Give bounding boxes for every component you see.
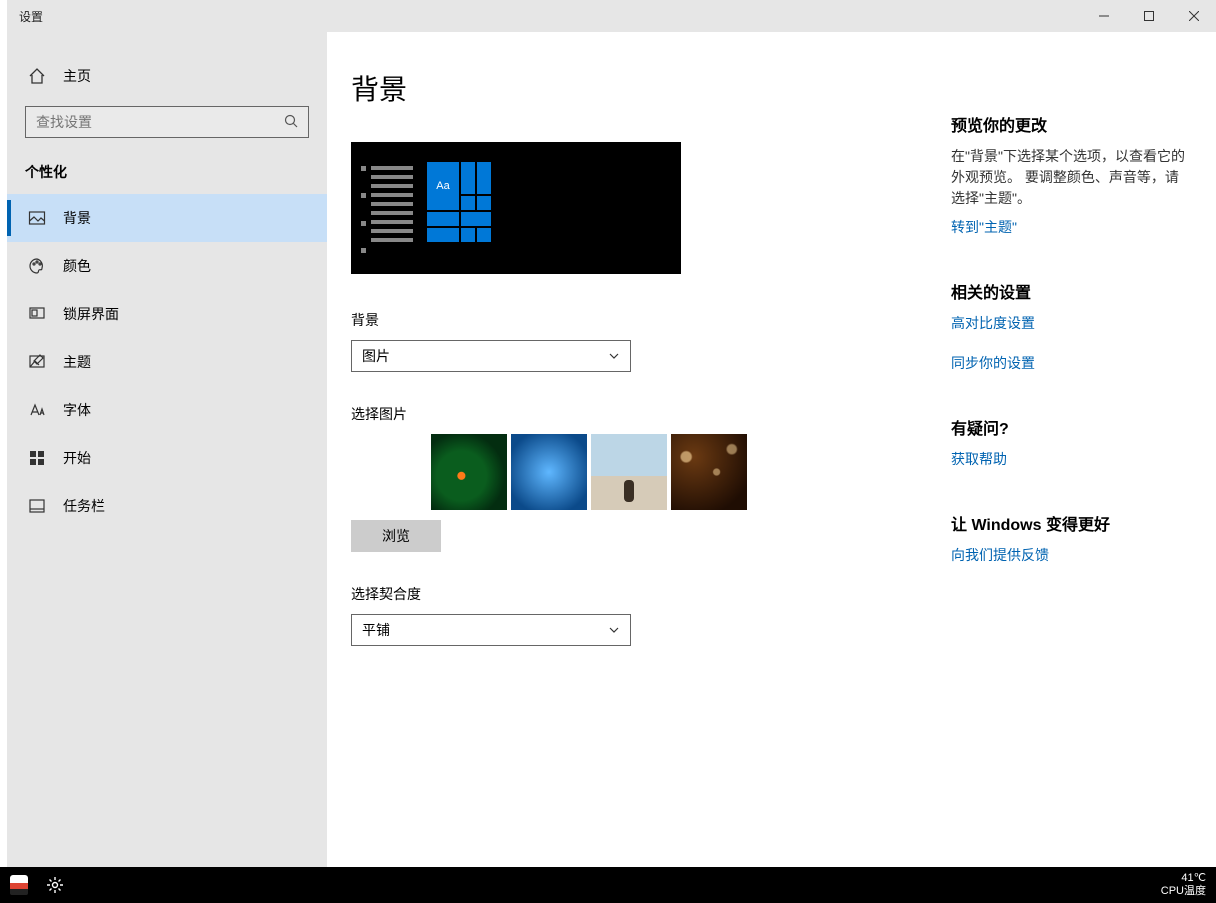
sidebar-item-themes[interactable]: 主题 (7, 338, 327, 386)
start-icon (27, 448, 47, 468)
chevron-down-icon (608, 350, 620, 362)
thumbnail-current[interactable] (351, 434, 427, 510)
taskbar-temperature-widget[interactable]: 41℃ CPU温度 (1161, 872, 1206, 898)
titlebar: 设置 (7, 0, 1216, 32)
search-input[interactable] (36, 114, 284, 130)
high-contrast-link[interactable]: 高对比度设置 (951, 313, 1192, 333)
preview-heading: 预览你的更改 (951, 112, 1192, 136)
choose-image-label: 选择图片 (351, 404, 911, 424)
image-thumbnails (351, 434, 911, 510)
minimize-button[interactable] (1081, 0, 1126, 32)
fit-label: 选择契合度 (351, 584, 911, 604)
sidebar-item-colors[interactable]: 颜色 (7, 242, 327, 290)
fit-dropdown-value: 平铺 (362, 620, 390, 640)
taskbar-app-icon[interactable] (4, 870, 34, 900)
palette-icon (27, 256, 47, 276)
theme-link[interactable]: 转到"主题" (951, 217, 1192, 237)
sidebar-item-lockscreen[interactable]: 锁屏界面 (7, 290, 327, 338)
sidebar-item-label: 背景 (63, 208, 91, 228)
sidebar-item-label: 字体 (63, 400, 91, 420)
home-link[interactable]: 主页 (7, 56, 327, 96)
sidebar-item-label: 主题 (63, 352, 91, 372)
theme-icon (27, 352, 47, 372)
sidebar-item-taskbar[interactable]: 任务栏 (7, 482, 327, 530)
thumbnail-2[interactable] (511, 434, 587, 510)
settings-gear-icon[interactable] (40, 870, 70, 900)
home-label: 主页 (63, 66, 91, 86)
feedback-link[interactable]: 向我们提供反馈 (951, 545, 1192, 565)
cpu-temp-value: 41℃ (1161, 872, 1206, 885)
background-label: 背景 (351, 310, 911, 330)
sidebar-item-label: 颜色 (63, 256, 91, 276)
taskbar-icon (27, 496, 47, 516)
sidebar-item-fonts[interactable]: 字体 (7, 386, 327, 434)
thumbnail-4[interactable] (671, 434, 747, 510)
desktop-preview: Aa (351, 142, 681, 274)
search-box[interactable] (25, 106, 309, 138)
feedback-heading: 让 Windows 变得更好 (951, 511, 1192, 535)
close-button[interactable] (1171, 0, 1216, 32)
fit-dropdown[interactable]: 平铺 (351, 614, 631, 646)
window-title: 设置 (7, 8, 43, 25)
background-dropdown[interactable]: 图片 (351, 340, 631, 372)
sidebar-item-label: 开始 (63, 448, 91, 468)
chevron-down-icon (608, 624, 620, 636)
sync-settings-link[interactable]: 同步你的设置 (951, 353, 1192, 373)
window-controls (1081, 0, 1216, 32)
preview-text: 在"背景"下选择某个选项，以查看它的外观预览。 要调整颜色、声音等，请选择"主题… (951, 146, 1192, 209)
sidebar-section-title: 个性化 (7, 156, 327, 194)
sidebar-item-start[interactable]: 开始 (7, 434, 327, 482)
sidebar-item-label: 任务栏 (63, 496, 105, 516)
question-heading: 有疑问? (951, 415, 1192, 439)
sidebar: 主页 个性化 背景 (7, 32, 327, 867)
settings-window: 设置 主页 (7, 0, 1216, 867)
preview-sample-text: Aa (427, 162, 459, 210)
get-help-link[interactable]: 获取帮助 (951, 449, 1192, 469)
picture-icon (27, 208, 47, 228)
thumbnail-1[interactable] (431, 434, 507, 510)
search-icon (284, 114, 300, 130)
sidebar-item-label: 锁屏界面 (63, 304, 119, 324)
font-icon (27, 400, 47, 420)
right-panel: 预览你的更改 在"背景"下选择某个选项，以查看它的外观预览。 要调整颜色、声音等… (951, 68, 1192, 843)
background-dropdown-value: 图片 (362, 346, 390, 366)
main-content: 背景 Aa (327, 32, 1216, 867)
related-heading: 相关的设置 (951, 279, 1192, 303)
maximize-button[interactable] (1126, 0, 1171, 32)
browse-button[interactable]: 浏览 (351, 520, 441, 552)
cpu-temp-label: CPU温度 (1161, 885, 1206, 898)
sidebar-item-background[interactable]: 背景 (7, 194, 327, 242)
lockscreen-icon (27, 304, 47, 324)
page-title: 背景 (351, 68, 911, 108)
home-icon (27, 66, 47, 86)
thumbnail-3[interactable] (591, 434, 667, 510)
os-taskbar[interactable]: 41℃ CPU温度 (0, 867, 1216, 903)
